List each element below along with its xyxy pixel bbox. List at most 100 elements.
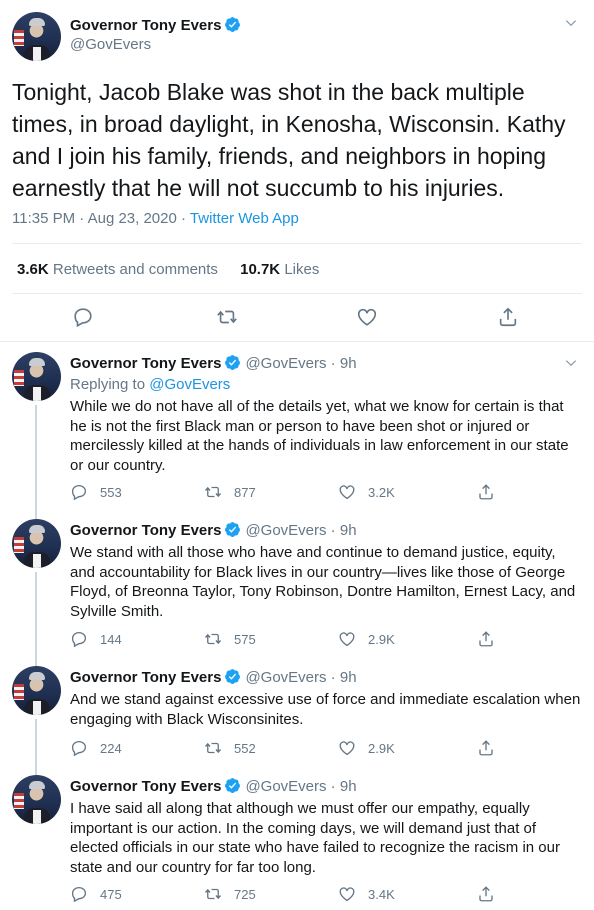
replying-to: Replying to @GovEvers bbox=[70, 376, 230, 393]
retweet-icon bbox=[204, 486, 222, 498]
retweet-icon bbox=[204, 633, 222, 645]
thread-line bbox=[35, 656, 37, 666]
comment-button[interactable]: 144 bbox=[70, 629, 122, 649]
thread-tweet[interactable]: Governor Tony Evers @GovEvers · 9h We sta… bbox=[0, 509, 594, 656]
comment-icon bbox=[71, 886, 87, 903]
retweet-button[interactable]: 725 bbox=[204, 884, 256, 904]
comment-icon[interactable] bbox=[72, 306, 94, 328]
like-button[interactable]: 3.2K bbox=[338, 482, 395, 502]
tweet-header: Governor Tony Evers @GovEvers · 9h bbox=[70, 777, 357, 798]
tweet-stats: 3.6K Retweets and comments 10.7K Likes bbox=[17, 261, 337, 278]
main-tweet-actions bbox=[0, 306, 594, 330]
thread-tweet[interactable]: Governor Tony Evers @GovEvers · 9h Replyi… bbox=[0, 342, 594, 509]
verified-badge-icon bbox=[224, 777, 241, 798]
share-button[interactable] bbox=[477, 629, 507, 649]
author-name-row[interactable]: Governor Tony Evers bbox=[70, 16, 241, 37]
author-name[interactable]: Governor Tony Evers bbox=[70, 778, 221, 795]
verified-badge-icon bbox=[224, 668, 241, 689]
share-icon bbox=[479, 886, 493, 902]
like-icon bbox=[339, 485, 355, 500]
like-button[interactable]: 3.4K bbox=[338, 884, 395, 904]
like-icon bbox=[339, 887, 355, 902]
retweets-stat[interactable]: 3.6K Retweets and comments bbox=[17, 261, 218, 278]
tweet-header: Governor Tony Evers @GovEvers · 9h bbox=[70, 521, 357, 542]
thread-line bbox=[35, 765, 37, 775]
tweet-actions: 553 877 3.2K bbox=[70, 482, 582, 502]
avatar[interactable] bbox=[12, 666, 61, 715]
avatar[interactable] bbox=[12, 12, 61, 61]
thread-tweet[interactable]: Governor Tony Evers @GovEvers · 9h And we… bbox=[0, 656, 594, 765]
avatar[interactable] bbox=[12, 775, 61, 824]
retweets-count: 3.6K bbox=[17, 261, 49, 278]
like-icon bbox=[339, 632, 355, 647]
verified-badge-icon bbox=[224, 354, 241, 375]
retweet-icon[interactable] bbox=[216, 306, 238, 328]
tweet-text: While we do not have all of the details … bbox=[70, 398, 569, 474]
likes-count: 10.7K bbox=[240, 261, 281, 278]
verified-badge-icon bbox=[224, 521, 241, 542]
verified-badge-icon bbox=[224, 16, 241, 37]
likes-stat[interactable]: 10.7K Likes bbox=[240, 261, 319, 278]
share-icon bbox=[479, 740, 493, 756]
retweet-count: 877 bbox=[234, 484, 256, 500]
like-button[interactable]: 2.9K bbox=[338, 629, 395, 649]
comment-icon bbox=[71, 631, 87, 648]
divider bbox=[12, 293, 582, 294]
like-button[interactable]: 2.9K bbox=[338, 738, 395, 758]
tweet-timestamp[interactable]: 11:35 PM · Aug 23, 2020 · bbox=[12, 210, 190, 227]
thread-line bbox=[35, 572, 37, 656]
comment-button[interactable]: 475 bbox=[70, 884, 122, 904]
retweet-count: 725 bbox=[234, 886, 256, 902]
comment-count: 475 bbox=[100, 886, 122, 902]
author-name[interactable]: Governor Tony Evers bbox=[70, 522, 221, 539]
like-count: 3.4K bbox=[368, 886, 395, 902]
share-icon[interactable] bbox=[497, 306, 519, 328]
author-handle-time[interactable]: @GovEvers · 9h bbox=[245, 669, 356, 686]
tweet-meta: 11:35 PM · Aug 23, 2020 · Twitter Web Ap… bbox=[12, 210, 299, 227]
retweets-label: Retweets and comments bbox=[52, 261, 218, 278]
retweet-button[interactable]: 552 bbox=[204, 738, 256, 758]
comment-icon bbox=[71, 740, 87, 757]
share-button[interactable] bbox=[477, 738, 507, 758]
like-icon[interactable] bbox=[356, 306, 378, 328]
chevron-down-icon[interactable] bbox=[564, 16, 578, 30]
thread-line bbox=[35, 509, 37, 519]
tweet-actions: 224 552 2.9K bbox=[70, 738, 582, 758]
avatar[interactable] bbox=[12, 519, 61, 568]
like-icon bbox=[339, 741, 355, 756]
author-handle-time[interactable]: @GovEvers · 9h bbox=[245, 522, 356, 539]
divider bbox=[12, 243, 582, 244]
retweet-count: 575 bbox=[234, 631, 256, 647]
comment-button[interactable]: 553 bbox=[70, 482, 122, 502]
thread-line bbox=[35, 405, 37, 509]
likes-label: Likes bbox=[284, 261, 320, 278]
author-name[interactable]: Governor Tony Evers bbox=[70, 669, 221, 686]
author-name[interactable]: Governor Tony Evers bbox=[70, 17, 221, 34]
tweet-actions: 475 725 3.4K bbox=[70, 884, 582, 904]
tweet-header: Governor Tony Evers @GovEvers · 9h bbox=[70, 354, 357, 375]
author-name[interactable]: Governor Tony Evers bbox=[70, 355, 221, 372]
comment-count: 144 bbox=[100, 631, 122, 647]
thread-tweet[interactable]: Governor Tony Evers @GovEvers · 9h I have… bbox=[0, 765, 594, 910]
author-handle[interactable]: @GovEvers bbox=[70, 36, 151, 53]
retweet-icon bbox=[204, 742, 222, 754]
retweet-button[interactable]: 575 bbox=[204, 629, 256, 649]
tweet-header: Governor Tony Evers @GovEvers · 9h bbox=[70, 668, 357, 689]
comment-button[interactable]: 224 bbox=[70, 738, 122, 758]
share-button[interactable] bbox=[477, 482, 507, 502]
share-icon bbox=[479, 631, 493, 647]
replying-to-label: Replying to bbox=[70, 376, 150, 393]
author-handle-time[interactable]: @GovEvers · 9h bbox=[245, 355, 356, 372]
comment-icon bbox=[71, 484, 87, 501]
like-count: 2.9K bbox=[368, 740, 395, 756]
tweet-text: And we stand against excessive use of fo… bbox=[70, 691, 581, 728]
avatar[interactable] bbox=[12, 352, 61, 401]
tweet-source-app[interactable]: Twitter Web App bbox=[190, 210, 299, 227]
author-handle-time[interactable]: @GovEvers · 9h bbox=[245, 778, 356, 795]
replying-to-handle[interactable]: @GovEvers bbox=[149, 376, 230, 393]
share-button[interactable] bbox=[477, 884, 507, 904]
like-count: 2.9K bbox=[368, 631, 395, 647]
retweet-icon bbox=[204, 888, 222, 900]
retweet-button[interactable]: 877 bbox=[204, 482, 256, 502]
chevron-down-icon[interactable] bbox=[564, 356, 578, 370]
